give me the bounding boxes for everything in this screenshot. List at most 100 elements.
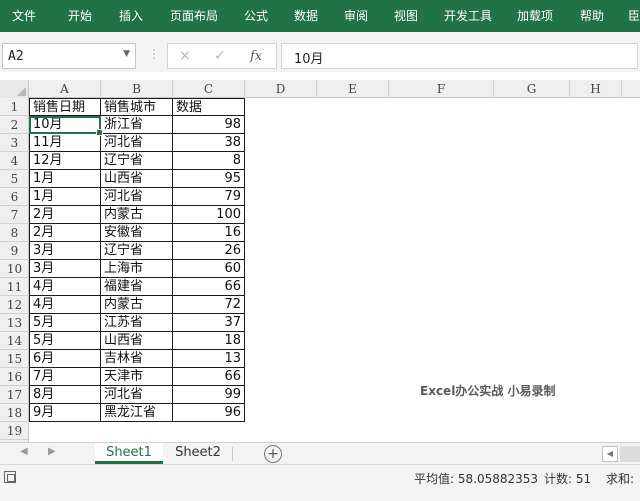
row-header[interactable]: 17	[0, 386, 29, 404]
row-header[interactable]: 8	[0, 224, 29, 242]
table-cell[interactable]: 浙江省	[101, 116, 173, 134]
column-header-c[interactable]: C	[173, 80, 245, 98]
column-header-h[interactable]: H	[570, 80, 622, 98]
chevron-down-icon[interactable]: ▼	[123, 49, 130, 59]
row-header[interactable]: 18	[0, 404, 29, 422]
row-header[interactable]: 14	[0, 332, 29, 350]
row-header[interactable]: 13	[0, 314, 29, 332]
tab-home[interactable]: 开始	[68, 0, 92, 32]
column-header-f[interactable]: F	[389, 80, 494, 98]
table-cell[interactable]: 安徽省	[101, 224, 173, 242]
worksheet-grid[interactable]: A B C D E F G H 1 2 3 4 5 6 7 8 9 10 11 …	[0, 80, 640, 442]
table-cell[interactable]: 1月	[29, 170, 101, 188]
enter-icon[interactable]: ✓	[214, 48, 226, 64]
table-cell[interactable]: 天津市	[101, 368, 173, 386]
row-header[interactable]: 2	[0, 116, 29, 134]
table-cell[interactable]: 60	[173, 260, 245, 278]
table-cell[interactable]: 1月	[29, 188, 101, 206]
tab-addins[interactable]: 加载项	[517, 0, 553, 32]
tab-formulas[interactable]: 公式	[244, 0, 268, 32]
table-cell[interactable]: 12月	[29, 152, 101, 170]
column-header-d[interactable]: D	[245, 80, 317, 98]
table-cell[interactable]: 5月	[29, 314, 101, 332]
table-cell[interactable]: 16	[173, 224, 245, 242]
column-header-b[interactable]: B	[101, 80, 173, 98]
select-all-corner[interactable]	[0, 80, 29, 98]
table-cell[interactable]: 98	[173, 116, 245, 134]
row-header[interactable]: 6	[0, 188, 29, 206]
table-cell[interactable]: 26	[173, 242, 245, 260]
tab-data[interactable]: 数据	[294, 0, 318, 32]
hscroll-left-icon[interactable]: ◀	[602, 446, 618, 462]
column-header-a[interactable]: A	[29, 80, 101, 98]
table-cell[interactable]: 66	[173, 278, 245, 296]
table-cell[interactable]: 3月	[29, 242, 101, 260]
row-header[interactable]: 1	[0, 98, 29, 116]
row-header[interactable]: 16	[0, 368, 29, 386]
table-cell[interactable]: 山西省	[101, 170, 173, 188]
table-cell[interactable]: 3月	[29, 260, 101, 278]
table-cell[interactable]: 66	[173, 368, 245, 386]
header-cell[interactable]: 数据	[173, 98, 245, 116]
table-cell[interactable]: 4月	[29, 278, 101, 296]
row-header[interactable]: 10	[0, 260, 29, 278]
tab-overflow[interactable]: 臣	[628, 0, 640, 32]
table-cell[interactable]: 8	[173, 152, 245, 170]
table-cell[interactable]: 4月	[29, 296, 101, 314]
sheet-tab-sheet1[interactable]: Sheet1	[95, 443, 163, 464]
table-cell[interactable]: 99	[173, 386, 245, 404]
scroll-right-icon[interactable]: ▶	[48, 446, 56, 457]
row-header[interactable]: 7	[0, 206, 29, 224]
table-cell[interactable]: 2月	[29, 224, 101, 242]
row-header[interactable]: 9	[0, 242, 29, 260]
table-cell[interactable]: 8月	[29, 386, 101, 404]
row-header[interactable]: 12	[0, 296, 29, 314]
cancel-icon[interactable]: ×	[179, 48, 191, 64]
table-cell[interactable]: 福建省	[101, 278, 173, 296]
table-cell[interactable]: 河北省	[101, 386, 173, 404]
table-cell[interactable]: 上海市	[101, 260, 173, 278]
table-cell[interactable]: 79	[173, 188, 245, 206]
table-cell[interactable]: 黑龙江省	[101, 404, 173, 422]
scroll-left-icon[interactable]: ◀	[20, 446, 28, 457]
tab-help[interactable]: 帮助	[580, 0, 604, 32]
tab-developer[interactable]: 开发工具	[444, 0, 492, 32]
tab-review[interactable]: 审阅	[344, 0, 368, 32]
table-cell[interactable]: 辽宁省	[101, 242, 173, 260]
table-cell[interactable]: 37	[173, 314, 245, 332]
table-cell[interactable]: 内蒙古	[101, 296, 173, 314]
table-cell[interactable]: 18	[173, 332, 245, 350]
tab-insert[interactable]: 插入	[119, 0, 143, 32]
sheet-tab-sheet2[interactable]: Sheet2	[165, 443, 231, 464]
table-cell[interactable]: 6月	[29, 350, 101, 368]
table-cell[interactable]: 5月	[29, 332, 101, 350]
header-cell[interactable]: 销售城市	[101, 98, 173, 116]
row-header[interactable]: 5	[0, 170, 29, 188]
tab-view[interactable]: 视图	[394, 0, 418, 32]
table-cell[interactable]: 13	[173, 350, 245, 368]
table-cell[interactable]: 2月	[29, 206, 101, 224]
tab-page-layout[interactable]: 页面布局	[170, 0, 218, 32]
macro-record-icon[interactable]	[4, 471, 16, 483]
add-sheet-icon[interactable]: +	[264, 445, 282, 463]
column-header-g[interactable]: G	[494, 80, 570, 98]
table-cell[interactable]: 96	[173, 404, 245, 422]
tab-file[interactable]: 文件	[12, 0, 36, 32]
table-cell[interactable]: 100	[173, 206, 245, 224]
table-cell[interactable]: 38	[173, 134, 245, 152]
formula-input[interactable]: 10月	[281, 43, 638, 69]
drag-handle-icon[interactable]: ⋮	[148, 47, 160, 61]
table-cell[interactable]: 95	[173, 170, 245, 188]
header-cell[interactable]: 销售日期	[29, 98, 101, 116]
table-cell[interactable]: 10月	[29, 116, 101, 134]
table-cell[interactable]: 山西省	[101, 332, 173, 350]
table-cell[interactable]: 河北省	[101, 134, 173, 152]
table-cell[interactable]: 7月	[29, 368, 101, 386]
row-header[interactable]: 4	[0, 152, 29, 170]
name-box[interactable]: A2 ▼	[2, 43, 136, 69]
column-header-e[interactable]: E	[317, 80, 389, 98]
horizontal-scrollbar[interactable]	[620, 446, 640, 462]
insert-function-icon[interactable]: fx	[250, 49, 262, 64]
table-cell[interactable]: 内蒙古	[101, 206, 173, 224]
row-header[interactable]: 19	[0, 422, 29, 440]
